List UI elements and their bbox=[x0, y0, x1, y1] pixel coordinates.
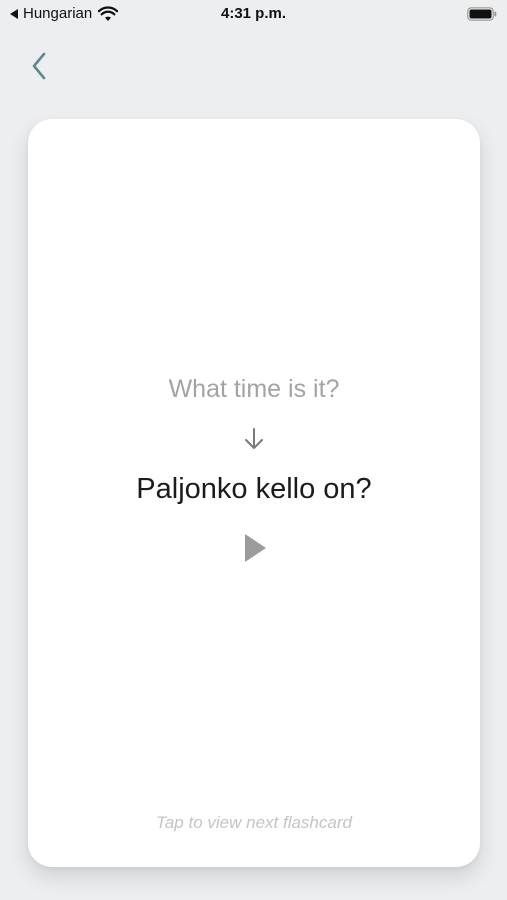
status-bar: Hungarian 4:31 p.m. bbox=[0, 0, 507, 30]
play-icon bbox=[245, 534, 266, 562]
arrow-down-icon bbox=[245, 428, 263, 449]
translation-text: Paljonko kello on? bbox=[136, 473, 372, 505]
chevron-left-icon bbox=[32, 52, 46, 80]
play-audio-button[interactable] bbox=[240, 531, 270, 565]
flashcard[interactable]: What time is it? Paljonko kello on? Tap … bbox=[28, 119, 480, 867]
back-button[interactable] bbox=[24, 49, 54, 83]
status-time: 4:31 p.m. bbox=[220, 5, 287, 22]
hint-text: Tap to view next flashcard bbox=[156, 813, 352, 832]
battery-icon bbox=[467, 7, 497, 21]
prompt-text: What time is it? bbox=[168, 375, 340, 403]
